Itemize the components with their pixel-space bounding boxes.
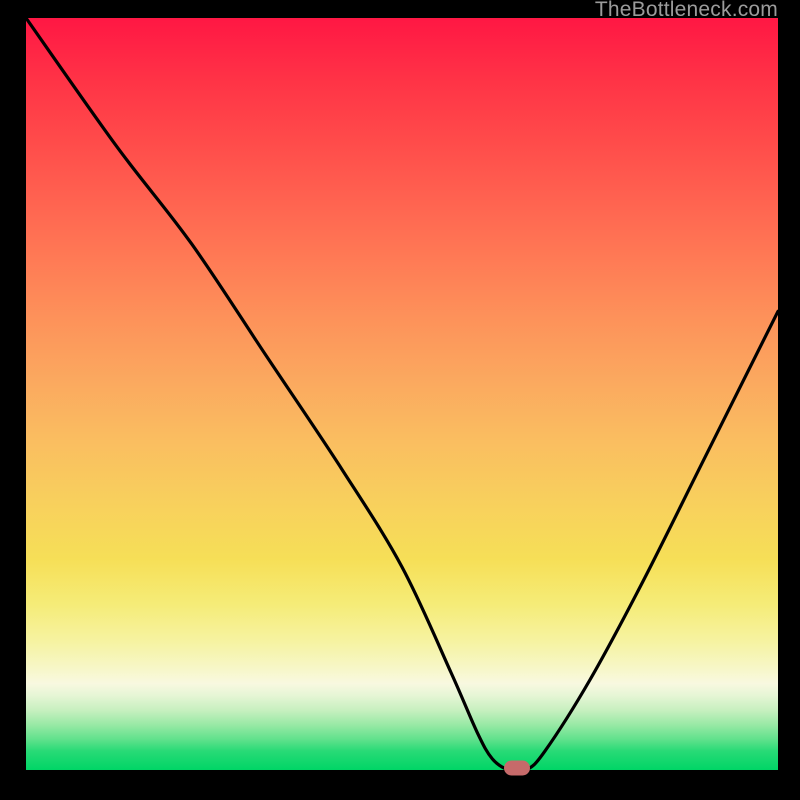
optimal-marker xyxy=(504,760,530,775)
plot-area xyxy=(26,18,778,770)
chart-frame: TheBottleneck.com xyxy=(0,0,800,800)
attribution-text: TheBottleneck.com xyxy=(595,0,778,22)
bottleneck-curve xyxy=(26,18,778,770)
